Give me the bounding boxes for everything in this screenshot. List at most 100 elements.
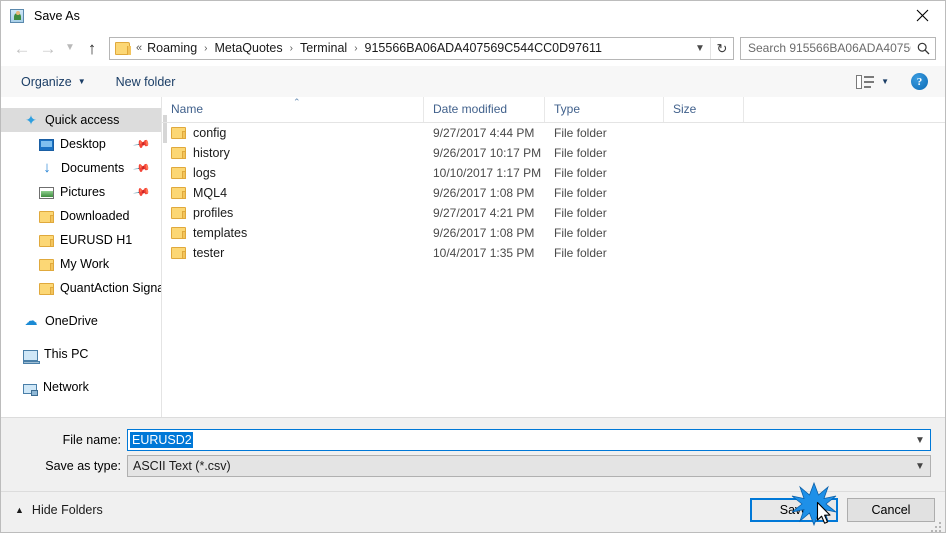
sidebar-item-downloaded[interactable]: Downloaded — [1, 204, 161, 228]
file-rows: config 9/27/2017 4:44 PM File folder his… — [162, 123, 945, 263]
folder-icon — [115, 41, 131, 55]
chevron-down-icon[interactable]: ▼ — [881, 77, 889, 86]
chevron-down-icon[interactable]: ▼ — [910, 456, 930, 476]
column-header-name[interactable]: Name — [162, 97, 424, 122]
refresh-icon[interactable]: ↻ — [710, 37, 733, 59]
column-header-date-modified[interactable]: Date modified — [424, 97, 545, 122]
breadcrumb-item-roaming[interactable]: Roaming — [145, 41, 199, 55]
folder-icon — [171, 167, 186, 179]
folder-icon — [171, 127, 186, 139]
breadcrumb-item-guid[interactable]: 915566BA06ADA407569C544CC0D97611 — [363, 41, 604, 55]
sidebar-item-quick-access[interactable]: ✦ Quick access — [1, 108, 161, 132]
sidebar-item-this-pc[interactable]: This PC — [1, 342, 161, 366]
file-type: File folder — [554, 206, 607, 220]
organize-button[interactable]: Organize ▼ — [15, 71, 92, 93]
organize-label: Organize — [21, 74, 72, 89]
sidebar-item-my-work[interactable]: My Work — [1, 252, 161, 276]
file-name: history — [193, 146, 230, 160]
dialog-body: ✦ Quick access Desktop 📌 ↓ Documents 📌 P… — [1, 97, 945, 417]
sidebar-item-onedrive[interactable]: ☁ OneDrive — [1, 309, 161, 333]
table-row[interactable]: tester 10/4/2017 1:35 PM File folder — [162, 243, 945, 263]
breadcrumb-item-metaquotes[interactable]: MetaQuotes — [213, 41, 285, 55]
sidebar-item-label: Pictures — [60, 185, 106, 199]
save-button[interactable]: Save — [750, 498, 838, 522]
table-row[interactable]: MQL4 9/26/2017 1:08 PM File folder — [162, 183, 945, 203]
network-icon — [23, 383, 38, 396]
column-header-size[interactable]: Size — [664, 97, 744, 122]
file-date-modified: 9/26/2017 1:08 PM — [433, 226, 535, 240]
command-toolbar: Organize ▼ New folder ▼ ? — [1, 66, 945, 98]
sidebar-item-eurusd-h1[interactable]: EURUSD H1 — [1, 228, 161, 252]
sidebar-item-label: My Work — [60, 257, 110, 271]
help-icon[interactable]: ? — [911, 73, 928, 90]
sidebar-item-label: QuantAction Signal — [60, 281, 161, 295]
chevron-down-icon: ▼ — [77, 76, 86, 86]
file-date-modified: 10/10/2017 1:17 PM — [433, 166, 542, 180]
breadcrumb-separator: › — [204, 42, 208, 54]
file-name: tester — [193, 246, 225, 260]
table-row[interactable]: logs 10/10/2017 1:17 PM File folder — [162, 163, 945, 183]
sidebar-item-pictures[interactable]: Pictures 📌 — [1, 180, 161, 204]
table-row[interactable]: history 9/26/2017 10:17 PM File folder — [162, 143, 945, 163]
dialog-footer: ▲ Hide Folders Save Cancel — [1, 491, 945, 532]
breadcrumb-item-terminal[interactable]: Terminal — [298, 41, 349, 55]
sidebar-item-documents[interactable]: ↓ Documents 📌 — [1, 156, 161, 180]
folder-icon — [171, 207, 186, 219]
breadcrumb-overflow[interactable]: « — [135, 42, 145, 54]
table-row[interactable]: profiles 9/27/2017 4:21 PM File folder — [162, 203, 945, 223]
breadcrumb-separator: › — [289, 42, 293, 54]
close-icon[interactable] — [899, 1, 945, 30]
view-layout-icon[interactable] — [856, 74, 875, 89]
file-date-modified: 9/27/2017 4:44 PM — [433, 126, 535, 140]
chevron-down-icon[interactable]: ▼ — [690, 43, 710, 54]
new-folder-button[interactable]: New folder — [110, 71, 182, 93]
toolbar-right-group: ▼ ? — [856, 73, 945, 90]
file-type: File folder — [554, 166, 607, 180]
title-bar: Save As — [1, 1, 945, 30]
file-type: File folder — [554, 186, 607, 200]
sidebar-item-label: This PC — [44, 347, 89, 361]
up-arrow-icon[interactable]: ↑ — [79, 35, 105, 61]
search-icon — [911, 42, 935, 55]
new-folder-label: New folder — [115, 74, 176, 89]
cancel-button[interactable]: Cancel — [847, 498, 935, 522]
resize-grip-icon[interactable] — [930, 521, 941, 532]
pin-icon: 📌 — [132, 159, 151, 178]
breadcrumb: « Roaming › MetaQuotes › Terminal › 9155… — [135, 41, 690, 55]
column-header-type[interactable]: Type — [545, 97, 664, 122]
sidebar-item-desktop[interactable]: Desktop 📌 — [1, 132, 161, 156]
file-name: config — [193, 126, 227, 140]
folder-icon — [171, 247, 186, 259]
sidebar-item-quantaction-signal[interactable]: QuantAction Signal — [1, 276, 161, 300]
table-row[interactable]: templates 9/26/2017 1:08 PM File folder — [162, 223, 945, 243]
folder-icon — [39, 235, 54, 247]
save-as-type-select[interactable]: ASCII Text (*.csv) ▼ — [127, 455, 931, 477]
file-type: File folder — [554, 246, 607, 260]
hide-folders-label: Hide Folders — [31, 503, 103, 517]
file-name-input[interactable]: EURUSD2 ▼ — [127, 429, 931, 451]
chevron-down-icon[interactable]: ▼ — [910, 430, 930, 450]
documents-icon: ↓ — [43, 159, 51, 176]
chevron-down-icon[interactable]: ▼ — [61, 35, 79, 61]
address-bar[interactable]: « Roaming › MetaQuotes › Terminal › 9155… — [109, 36, 734, 60]
sidebar-item-label: OneDrive — [45, 314, 98, 328]
file-name: templates — [193, 226, 248, 240]
file-name-row: File name: EURUSD2 ▼ — [1, 429, 945, 451]
forward-arrow-icon[interactable]: → — [35, 35, 61, 61]
back-arrow-icon[interactable]: ← — [9, 35, 35, 61]
file-list-pane: ⌃ Name Date modified Type Size config 9/… — [162, 97, 945, 417]
hide-folders-button[interactable]: ▲ Hide Folders — [15, 503, 103, 517]
desktop-icon — [39, 139, 54, 151]
search-input[interactable]: Search 915566BA06ADA40756... — [740, 36, 936, 60]
file-date-modified: 10/4/2017 1:35 PM — [433, 246, 535, 260]
sidebar-item-network[interactable]: Network — [1, 375, 161, 399]
table-row[interactable]: config 9/27/2017 4:44 PM File folder — [162, 123, 945, 143]
file-name: MQL4 — [193, 186, 228, 200]
this-pc-icon — [23, 349, 40, 364]
folder-icon — [171, 147, 186, 159]
pin-icon: 📌 — [132, 135, 151, 154]
pictures-icon — [39, 187, 54, 199]
sidebar-item-label: Documents — [61, 161, 125, 175]
file-type: File folder — [554, 226, 607, 240]
search-placeholder: Search 915566BA06ADA40756... — [748, 41, 911, 55]
